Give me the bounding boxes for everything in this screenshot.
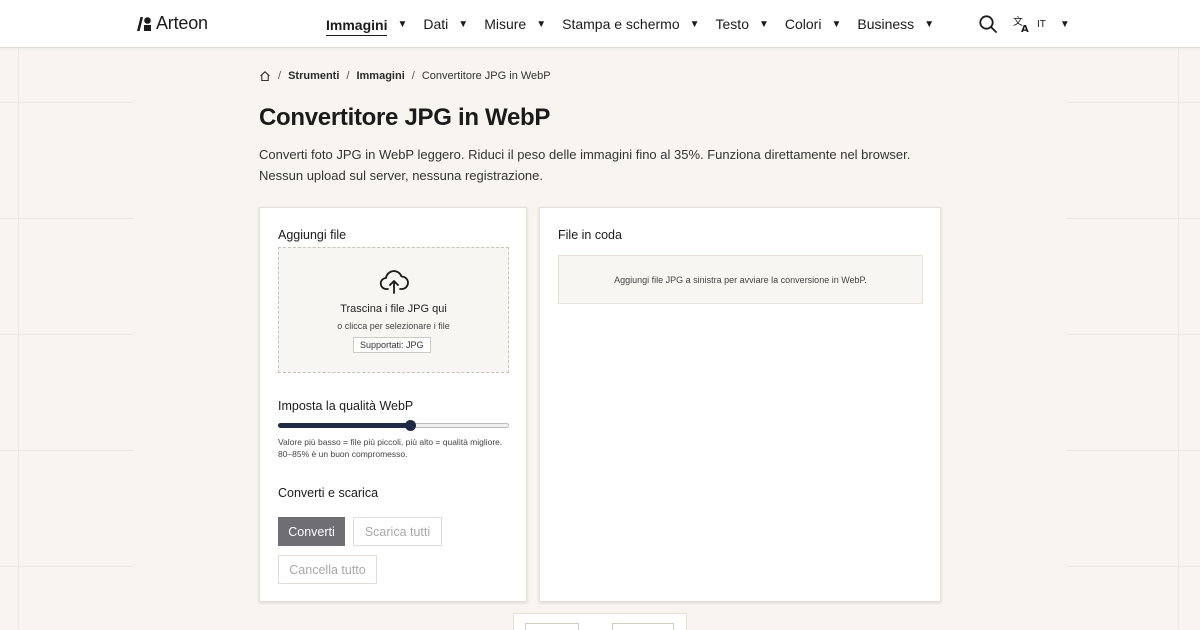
nav-item-testo[interactable]: Testo ▼ — [716, 0, 769, 48]
quality-slider[interactable] — [278, 420, 509, 431]
chevron-down-icon: ▼ — [689, 18, 700, 30]
nav-item-misure[interactable]: Misure ▼ — [484, 0, 546, 48]
svg-text:A: A — [1021, 24, 1029, 33]
nav-label: Colori — [784, 16, 822, 32]
slider-fill — [278, 423, 410, 428]
language-code: IT — [1037, 18, 1046, 30]
queue-empty-state: Aggiungi file JPG a sinistra per avviare… — [558, 255, 923, 304]
nav-item-dati[interactable]: Dati ▼ — [423, 0, 468, 48]
add-files-title: Aggiungi file — [278, 228, 347, 242]
quality-title: Imposta la qualità WebP — [278, 399, 414, 413]
file-dropzone[interactable]: Trascina i file JPG qui o clicca per sel… — [278, 247, 509, 373]
dropzone-title: Trascina i file JPG qui — [340, 303, 447, 315]
logo-mark-icon — [137, 16, 151, 31]
settings-card: Aggiungi file Trascina i file JPG qui o … — [259, 207, 527, 602]
nav-label: Testo — [715, 16, 749, 32]
nav-label: Immagini — [326, 17, 388, 36]
brand-name: Arteon — [156, 13, 208, 33]
nav-item-stampa[interactable]: Stampa e schermo ▼ — [562, 0, 699, 48]
dropzone-subtitle: o clicca per selezionare i file — [337, 321, 450, 331]
convert-button[interactable]: Converti — [278, 517, 345, 546]
chevron-down-icon: ▼ — [536, 18, 547, 30]
page-title: Convertitore JPG in WebP — [259, 104, 551, 131]
breadcrumb-separator: / — [411, 70, 415, 82]
queue-card: File in coda Aggiungi file JPG a sinistr… — [539, 207, 941, 602]
chevron-down-icon: ▼ — [1059, 18, 1070, 30]
nav-label: Stampa e schermo — [562, 16, 680, 32]
breadcrumb: / Strumenti / Immagini / Convertitore JP… — [259, 70, 551, 82]
breadcrumb-current: Convertitore JPG in WebP — [421, 70, 551, 82]
clear-all-button[interactable]: Cancella tutto — [278, 555, 377, 584]
chevron-down-icon: ▼ — [831, 18, 842, 30]
bottom-panel — [513, 613, 687, 630]
supported-formats-badge: Supportati: JPG — [353, 337, 431, 353]
brand-logo[interactable]: Arteon — [136, 13, 208, 34]
nav-label: Dati — [423, 16, 449, 32]
language-selector[interactable]: 文 A IT ▼ — [1013, 15, 1070, 33]
queue-empty-text: Aggiungi file JPG a sinistra per avviare… — [614, 274, 867, 285]
slider-thumb[interactable] — [404, 420, 416, 431]
translate-icon: 文 A — [1013, 15, 1029, 33]
queue-title: File in coda — [558, 228, 622, 242]
breadcrumb-immagini[interactable]: Immagini — [356, 70, 404, 82]
cloud-upload-icon — [379, 270, 409, 294]
nav-item-business[interactable]: Business ▼ — [857, 0, 934, 48]
bottom-control-left[interactable] — [525, 623, 579, 630]
convert-download-title: Converti e scarica — [278, 486, 379, 500]
search-icon[interactable] — [978, 14, 998, 34]
breadcrumb-strumenti[interactable]: Strumenti — [288, 70, 339, 82]
nav-item-colori[interactable]: Colori ▼ — [785, 0, 841, 48]
main-nav: Immagini ▼ Dati ▼ Misure ▼ Stampa e sche… — [326, 0, 950, 48]
page-description: Converti foto JPG in WebP leggero. Riduc… — [259, 147, 911, 183]
quality-help-text: Valore più basso = file più piccoli, più… — [278, 437, 503, 459]
top-header: Arteon Immagini ▼ Dati ▼ Misure ▼ Stampa… — [0, 0, 1200, 48]
bottom-control-right[interactable] — [612, 623, 674, 630]
chevron-down-icon: ▼ — [924, 18, 935, 30]
home-icon[interactable] — [259, 70, 271, 82]
chevron-down-icon: ▼ — [458, 18, 469, 30]
nav-item-immagini[interactable]: Immagini ▼ — [326, 0, 407, 48]
nav-label: Business — [857, 16, 915, 32]
breadcrumb-separator: / — [346, 70, 350, 82]
nav-label: Misure — [484, 16, 527, 32]
main-content: / Strumenti / Immagini / Convertitore JP… — [134, 48, 1066, 630]
chevron-down-icon: ▼ — [758, 18, 769, 30]
breadcrumb-separator: / — [278, 70, 282, 82]
chevron-down-icon: ▼ — [397, 18, 408, 30]
download-all-button[interactable]: Scarica tutti — [353, 517, 442, 546]
